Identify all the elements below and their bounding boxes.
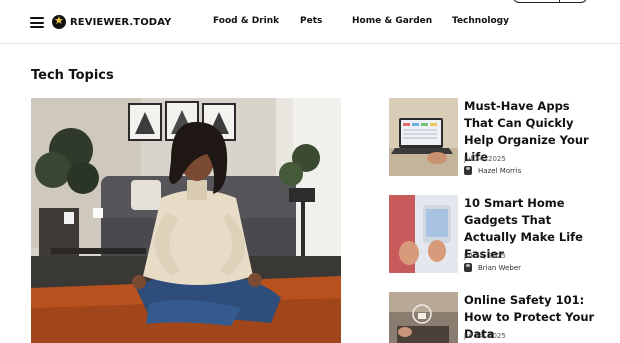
article-thumbnail[interactable] <box>389 292 458 343</box>
article-card[interactable]: 10 Smart Home Gadgets That Actually Make… <box>389 195 594 275</box>
author-name: Hazel Morris <box>478 166 522 175</box>
menu-icon[interactable] <box>30 17 44 28</box>
article-card[interactable]: Must-Have Apps That Can Quickly Help Org… <box>389 98 594 178</box>
nav-technology[interactable]: Technology <box>452 16 509 26</box>
article-card[interactable]: Online Safety 101: How to Protect Your D… <box>389 292 594 343</box>
article-date: Jul 24, 2025 <box>464 332 506 340</box>
article-date: Jul 24, 2025 <box>464 155 506 163</box>
author-avatar-icon <box>464 263 472 272</box>
section-title: Tech Topics <box>31 68 114 83</box>
article-thumbnail[interactable] <box>389 195 458 273</box>
laptop-apps-illustration <box>389 98 458 176</box>
author-name: Brian Weber <box>478 263 522 272</box>
nav-home-garden[interactable]: Home & Garden <box>352 16 432 26</box>
meditation-illustration <box>31 98 341 343</box>
author-avatar-icon <box>464 166 472 175</box>
article-thumbnail[interactable] <box>389 98 458 176</box>
nav-pets[interactable]: Pets <box>300 16 322 26</box>
site-header: REVIEWER.TODAY Food & Drink Pets Home & … <box>0 0 620 44</box>
nav-food-drink[interactable]: Food & Drink <box>213 16 279 26</box>
logo-star-icon <box>52 14 66 29</box>
online-safety-illustration <box>389 292 458 343</box>
site-logo[interactable]: REVIEWER.TODAY <box>52 14 171 30</box>
search-box[interactable] <box>513 0 587 3</box>
smart-home-illustration <box>389 195 458 273</box>
article-author[interactable]: Hazel Morris <box>464 166 521 175</box>
featured-article-image[interactable] <box>31 98 341 343</box>
article-author[interactable]: Brian Weber <box>464 263 521 272</box>
article-date: Jul 24, 2025 <box>464 252 506 260</box>
logo-text: REVIEWER.TODAY <box>70 16 172 28</box>
